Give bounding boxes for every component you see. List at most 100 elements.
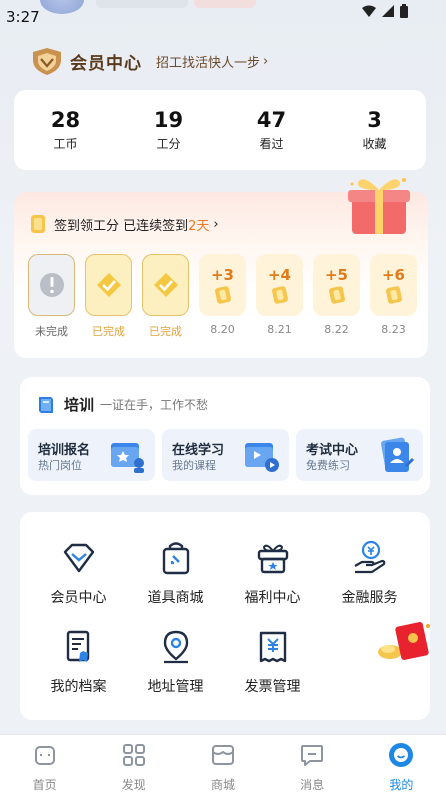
chevron-right-icon: › xyxy=(263,53,269,69)
service-member-center[interactable]: 会员中心 xyxy=(30,540,127,607)
member-crown-icon xyxy=(33,48,61,75)
exam-center-button[interactable]: 考试中心 免费练习 xyxy=(296,429,423,481)
stat-value: 28 xyxy=(50,108,81,132)
stat-value: 3 xyxy=(367,108,382,132)
bottom-nav: 首页 发现 商城 消息 我的 xyxy=(0,734,446,794)
shopping-bag-icon xyxy=(162,542,189,575)
check-icon xyxy=(153,273,178,297)
day-label: 8.22 xyxy=(324,323,349,336)
signin-day[interactable]: +4 8.21 xyxy=(256,254,303,339)
nav-messages[interactable]: 消息 xyxy=(277,735,347,794)
day-label: 8.20 xyxy=(210,323,235,336)
stat-label: 工币 xyxy=(53,137,78,151)
status-icons xyxy=(362,4,408,18)
day-label: 未完成 xyxy=(35,325,68,338)
signin-day[interactable]: 已完成 xyxy=(142,254,189,339)
service-props-store[interactable]: 道具商城 xyxy=(127,540,224,607)
signin-days-count: 2天 xyxy=(188,218,210,234)
notification-chip xyxy=(96,0,188,8)
status-time: 3:27 xyxy=(6,8,40,26)
signin-header[interactable]: 签到领工分 已连续签到 2天 › xyxy=(30,214,219,234)
training-item-subtitle: 我的课程 xyxy=(172,459,216,472)
profile-doc-icon xyxy=(66,630,89,662)
service-label: 道具商城 xyxy=(147,590,204,606)
coin-icon xyxy=(271,286,288,304)
member-promo-text: 招工找活快人一步 xyxy=(156,55,261,71)
finance-hand-icon xyxy=(353,540,385,574)
nav-label: 商城 xyxy=(210,778,235,792)
training-items: 培训报名 热门岗位 在线学习 我的课程 考试中心 免费练习 xyxy=(28,429,423,481)
member-header: 会员中心 招工找活快人一步 › xyxy=(30,46,268,76)
gift-box-icon xyxy=(257,544,288,574)
stat-points[interactable]: 19 工分 xyxy=(129,108,209,152)
stat-value: 47 xyxy=(256,108,287,132)
services-row: 我的档案 地址管理 发票管理 xyxy=(30,629,420,696)
training-item-title: 在线学习 xyxy=(172,443,225,458)
service-address-manage[interactable]: 地址管理 xyxy=(127,629,224,696)
training-subtitle: 一证在手，工作不愁 xyxy=(100,398,209,412)
stat-label: 收藏 xyxy=(362,137,387,151)
signin-days-row: 未完成 已完成 已完成 +3 8.20 +4 8.21 +5 8.22 +6 8… xyxy=(28,254,417,339)
online-learning-button[interactable]: 在线学习 我的课程 xyxy=(162,429,289,481)
service-finance[interactable]: 金融服务 xyxy=(321,540,418,607)
day-bonus: +3 xyxy=(210,266,234,284)
stat-label: 看过 xyxy=(259,137,284,151)
stat-coins[interactable]: 28 工币 xyxy=(26,108,106,152)
nav-mine[interactable]: 我的 xyxy=(366,735,436,794)
folder-user-icon xyxy=(111,443,144,473)
signin-day[interactable]: 已完成 xyxy=(85,254,132,339)
nav-store[interactable]: 商城 xyxy=(188,735,258,794)
member-center-title: 会员中心 xyxy=(70,53,142,74)
check-icon xyxy=(96,273,121,297)
nav-label: 消息 xyxy=(300,778,325,792)
service-invoice-manage[interactable]: 发票管理 xyxy=(224,629,321,696)
service-welfare-center[interactable]: 福利中心 xyxy=(224,540,321,607)
day-label: 已完成 xyxy=(149,325,182,338)
invoice-icon xyxy=(259,631,286,663)
day-box-future: +5 xyxy=(313,254,360,316)
training-signup-button[interactable]: 培训报名 热门岗位 xyxy=(28,429,155,481)
day-bonus: +6 xyxy=(381,266,405,284)
nav-discover[interactable]: 发现 xyxy=(99,735,169,794)
training-title: 培训 xyxy=(64,396,95,414)
day-label: 已完成 xyxy=(92,325,125,338)
training-item-title: 培训报名 xyxy=(38,443,91,458)
stat-value: 19 xyxy=(153,108,184,132)
day-label: 8.21 xyxy=(267,323,292,336)
signin-day[interactable]: 未完成 xyxy=(28,254,75,339)
training-item-subtitle: 热门岗位 xyxy=(38,459,82,472)
service-label: 发票管理 xyxy=(244,679,301,695)
day-bonus: +4 xyxy=(267,266,291,284)
stat-label: 工分 xyxy=(156,137,181,151)
nav-home[interactable]: 首页 xyxy=(10,735,80,794)
signin-day[interactable]: +6 8.23 xyxy=(370,254,417,339)
services-card: 会员中心 道具商城 福利中心 金融服务 我的档案 地址管理 发票管理 xyxy=(20,512,430,720)
coin-icon xyxy=(328,286,345,304)
battery-icon xyxy=(400,4,408,18)
service-label: 我的档案 xyxy=(50,679,107,695)
service-my-profile[interactable]: 我的档案 xyxy=(30,629,127,696)
book-icon xyxy=(39,396,53,413)
service-label: 福利中心 xyxy=(244,590,301,606)
signin-day[interactable]: +3 8.20 xyxy=(199,254,246,339)
member-promo-link[interactable]: 招工找活快人一步 › xyxy=(156,52,268,71)
day-box-future: +3 xyxy=(199,254,246,316)
warning-icon xyxy=(39,273,64,297)
day-box-done xyxy=(142,254,189,316)
day-label: 8.23 xyxy=(381,323,406,336)
diamond-icon xyxy=(63,543,94,573)
stat-favorites[interactable]: 3 收藏 xyxy=(335,108,415,152)
services-row: 会员中心 道具商城 福利中心 金融服务 xyxy=(30,540,420,607)
nav-label: 首页 xyxy=(32,778,57,792)
message-icon xyxy=(301,745,324,766)
notification-chip-red xyxy=(194,0,256,8)
signal-icon xyxy=(382,5,394,17)
signin-day[interactable]: +5 8.22 xyxy=(313,254,360,339)
services-grid: 会员中心 道具商城 福利中心 金融服务 我的档案 地址管理 发票管理 xyxy=(30,540,420,696)
coin-icon xyxy=(385,286,402,304)
stat-viewed[interactable]: 47 看过 xyxy=(232,108,312,152)
day-box-future: +6 xyxy=(370,254,417,316)
chevron-right-icon: › xyxy=(213,216,219,232)
signin-text: 签到领工分 已连续签到 xyxy=(54,218,189,234)
coin-icon xyxy=(214,286,231,304)
